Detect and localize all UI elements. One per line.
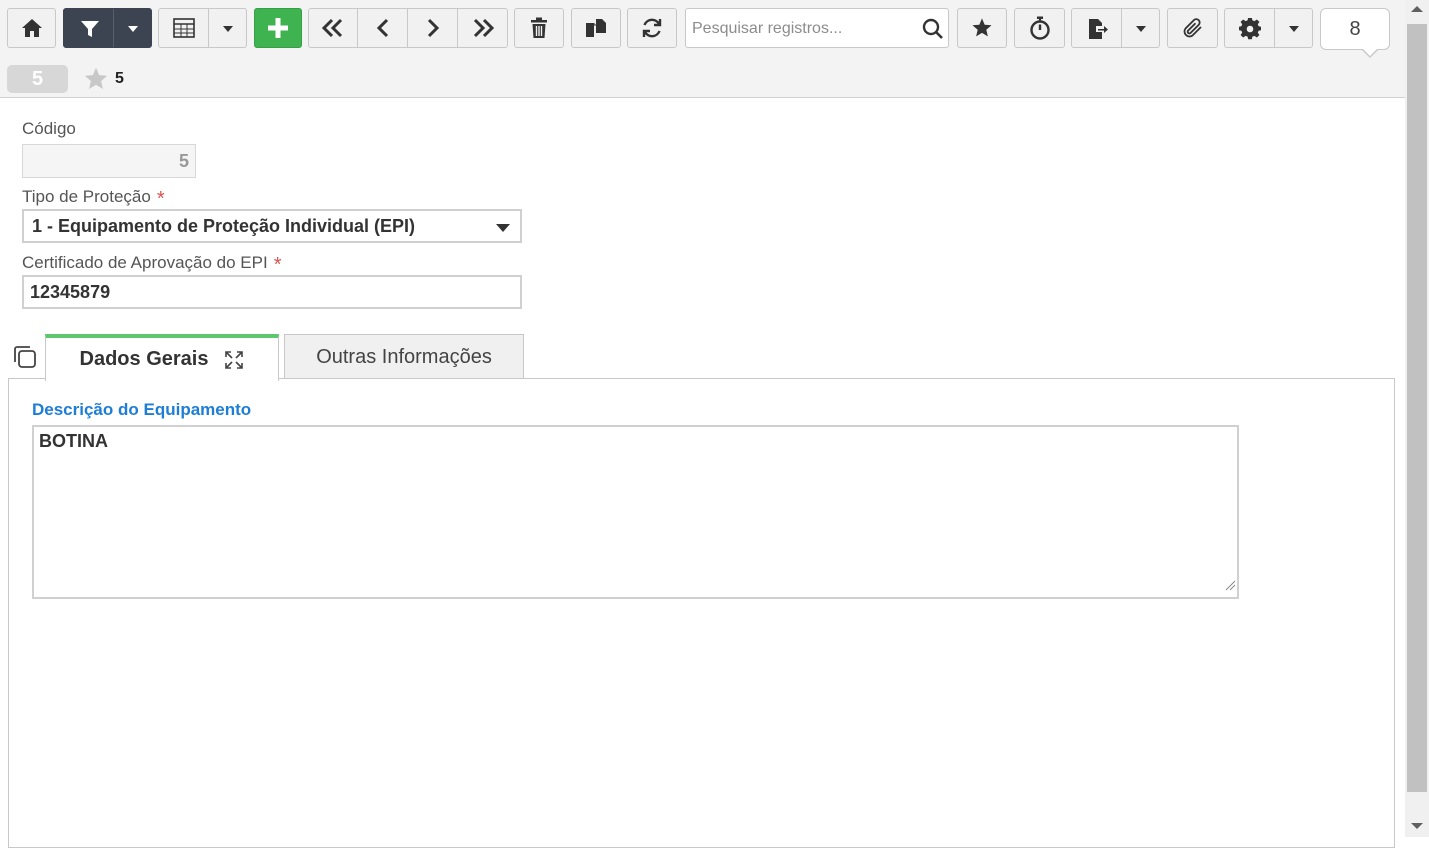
descricao-label: Descrição do Equipamento bbox=[32, 400, 252, 419]
filter-dropdown-caret[interactable] bbox=[128, 26, 138, 32]
previous-record-button[interactable] bbox=[357, 8, 408, 48]
expand-icon[interactable] bbox=[224, 350, 244, 370]
last-record-button[interactable] bbox=[457, 8, 508, 48]
export-dropdown-caret[interactable] bbox=[1136, 26, 1146, 32]
required-mark: * bbox=[273, 254, 282, 276]
table-view-button[interactable] bbox=[158, 8, 247, 48]
export-button[interactable] bbox=[1071, 8, 1160, 48]
codigo-label: Código bbox=[22, 119, 76, 138]
table-view-dropdown-caret[interactable] bbox=[223, 26, 233, 32]
duplicate-tabs-icon[interactable] bbox=[12, 344, 38, 375]
table-icon bbox=[173, 18, 195, 38]
toolbar: 8 bbox=[0, 0, 1405, 62]
settings-dropdown-caret[interactable] bbox=[1289, 26, 1299, 32]
record-id-badge: 5 bbox=[7, 65, 68, 93]
last-record-icon bbox=[471, 18, 495, 38]
required-mark: * bbox=[156, 188, 165, 210]
descricao-value: BOTINA bbox=[39, 431, 108, 451]
tipo-protecao-select[interactable]: 1 - Equipamento de Proteção Individual (… bbox=[22, 209, 522, 243]
refresh-button[interactable] bbox=[627, 8, 677, 48]
tab-outras-informacoes[interactable]: Outras Informações bbox=[284, 334, 524, 380]
gear-icon bbox=[1239, 18, 1261, 40]
timer-button[interactable] bbox=[1014, 8, 1065, 48]
first-record-icon bbox=[321, 18, 345, 38]
settings-button[interactable] bbox=[1224, 8, 1313, 48]
next-record-button[interactable] bbox=[407, 8, 458, 48]
scroll-up-arrow-icon[interactable] bbox=[1411, 6, 1423, 12]
tipo-protecao-value: 1 - Equipamento de Proteção Individual (… bbox=[32, 216, 416, 236]
tipo-protecao-label: Tipo de Proteção * bbox=[22, 185, 165, 210]
resize-grip-icon[interactable] bbox=[1224, 575, 1236, 596]
search-box bbox=[685, 8, 949, 49]
home-button[interactable] bbox=[7, 8, 56, 48]
add-record-button[interactable] bbox=[254, 8, 302, 48]
search-icon[interactable] bbox=[922, 18, 944, 45]
scroll-thumb[interactable] bbox=[1407, 24, 1427, 792]
trash-icon bbox=[530, 17, 548, 39]
favorite-button[interactable] bbox=[957, 8, 1007, 48]
page-counter[interactable]: 8 bbox=[1320, 8, 1390, 58]
paperclip-icon bbox=[1181, 16, 1205, 40]
delete-button[interactable] bbox=[514, 8, 564, 48]
descricao-textarea[interactable]: BOTINA bbox=[32, 425, 1239, 599]
previous-record-icon bbox=[376, 18, 390, 38]
stopwatch-icon bbox=[1029, 16, 1051, 40]
record-bar: 5 5 bbox=[0, 62, 1405, 98]
refresh-icon bbox=[640, 16, 664, 40]
page-counter-value: 8 bbox=[1349, 17, 1361, 40]
star-icon bbox=[971, 17, 993, 39]
copy-icon bbox=[585, 18, 607, 38]
favorite-star-icon[interactable] bbox=[83, 66, 109, 97]
export-icon bbox=[1087, 18, 1109, 40]
favorite-count: 5 bbox=[115, 70, 124, 87]
certificado-label-text: Certificado de Aprovação do EPI bbox=[22, 253, 268, 272]
tipo-protecao-label-text: Tipo de Proteção bbox=[22, 187, 151, 206]
home-icon bbox=[21, 18, 43, 38]
filter-button[interactable] bbox=[63, 8, 152, 48]
clone-button[interactable] bbox=[571, 8, 621, 48]
tab-dados-gerais[interactable]: Dados Gerais bbox=[45, 334, 279, 381]
tab-panel-dados-gerais: Descrição do Equipamento BOTINA bbox=[8, 378, 1395, 848]
first-record-button[interactable] bbox=[308, 8, 358, 48]
certificado-label: Certificado de Aprovação do EPI * bbox=[22, 251, 282, 276]
tab-outras-informacoes-label: Outras Informações bbox=[316, 346, 492, 368]
certificado-input[interactable]: 12345879 bbox=[22, 275, 522, 309]
tab-dados-gerais-label: Dados Gerais bbox=[79, 348, 209, 370]
search-input[interactable] bbox=[690, 9, 919, 49]
codigo-field: 5 bbox=[22, 144, 196, 178]
chevron-down-icon bbox=[496, 224, 510, 232]
next-record-icon bbox=[426, 18, 440, 38]
scroll-down-arrow-icon[interactable] bbox=[1411, 823, 1423, 829]
vertical-scrollbar[interactable] bbox=[1405, 0, 1429, 837]
filter-icon bbox=[80, 19, 100, 39]
plus-icon bbox=[267, 17, 289, 39]
attachments-button[interactable] bbox=[1167, 8, 1218, 48]
